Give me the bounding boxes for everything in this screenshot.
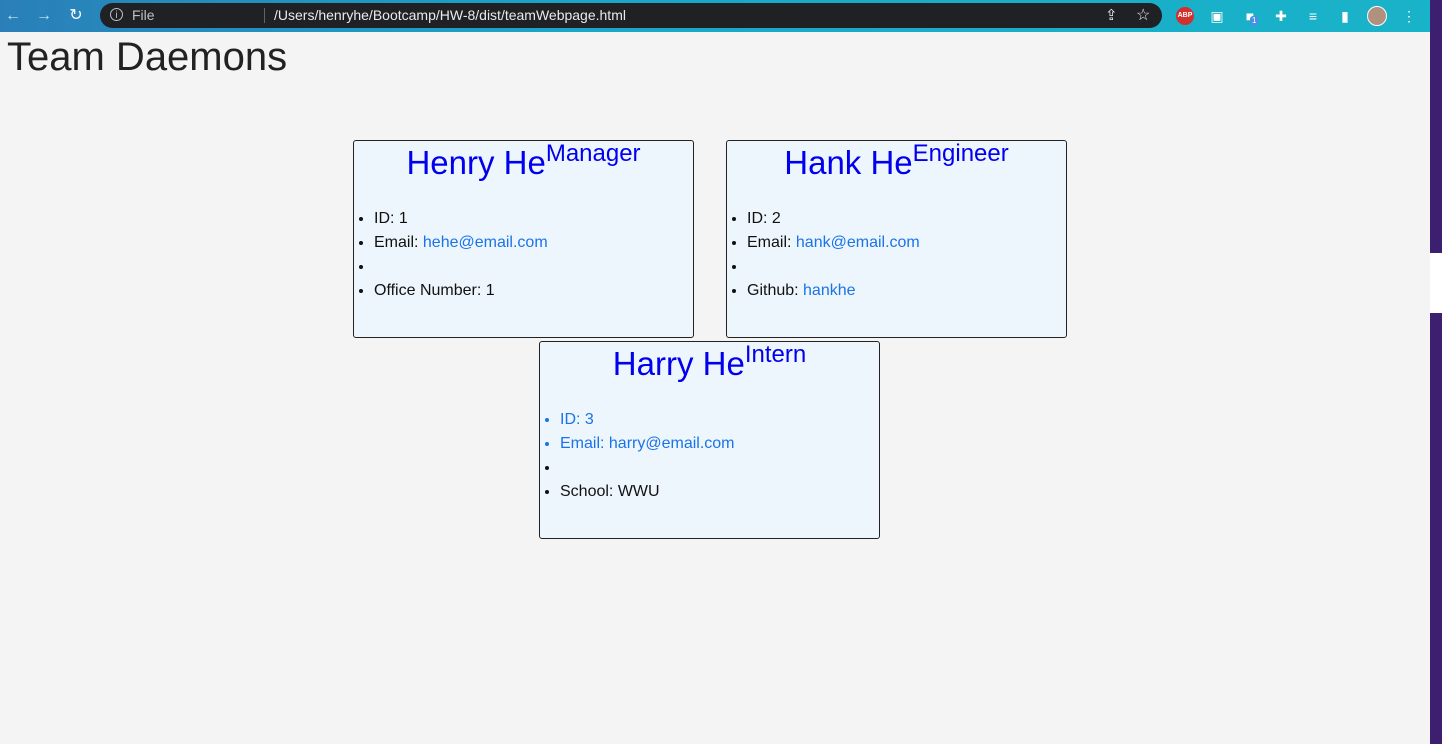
email-label: Email: (747, 234, 796, 251)
address-bar[interactable]: i File /Users/henryhe/Bootcamp/HW-8/dist… (100, 3, 1162, 28)
employee-details: ID: 3 Email: harry@email.com School: WWU (540, 408, 735, 504)
employee-email: Email: hehe@email.com (374, 231, 548, 255)
employee-id: ID: 2 (747, 207, 920, 231)
card-heading: Hank HeEngineer (727, 140, 1066, 182)
employee-name: Henry He (406, 144, 546, 181)
page-title: Team Daemons (7, 35, 288, 79)
employee-email[interactable]: Email: harry@email.com (560, 432, 735, 456)
side-window-edge (1430, 0, 1442, 744)
puzzle-icon[interactable]: ✚ (1272, 6, 1290, 26)
more-menu-icon[interactable]: ⋮ (1400, 6, 1418, 26)
bookmark-star-icon[interactable]: ☆ (1136, 5, 1150, 25)
share-icon[interactable]: ⇪ (1105, 6, 1118, 24)
email-label: Email: (374, 234, 423, 251)
empty-list-item (374, 255, 548, 279)
employee-details: ID: 2 Email: hank@email.com Github: hank… (727, 207, 920, 303)
scheme-label: File (132, 7, 155, 23)
card-heading: Harry HeIntern (540, 341, 879, 383)
employee-email: Email: hank@email.com (747, 231, 920, 255)
url-text[interactable]: /Users/henryhe/Bootcamp/HW-8/dist/teamWe… (274, 7, 626, 23)
employee-name: Hank He (784, 144, 913, 181)
adblock-plus-icon[interactable]: ABP (1176, 7, 1194, 25)
email-link[interactable]: hehe@email.com (423, 234, 548, 251)
employee-card-intern: Harry HeIntern ID: 3 Email: harry@email.… (539, 341, 880, 539)
info-icon[interactable]: i (110, 8, 123, 21)
empty-list-item (560, 456, 735, 480)
extension-badge-icon[interactable]: ■1 (1240, 6, 1260, 26)
email-link[interactable]: harry@email.com (609, 435, 735, 452)
employee-card-manager: Henry HeManager ID: 1 Email: hehe@email.… (353, 140, 694, 338)
github-link[interactable]: hankhe (803, 282, 856, 299)
email-link[interactable]: hank@email.com (796, 234, 920, 251)
school: School: WWU (560, 480, 735, 504)
employee-id: ID: 1 (374, 207, 548, 231)
employee-details: ID: 1 Email: hehe@email.com Office Numbe… (354, 207, 548, 303)
reload-icon[interactable]: ↻ (66, 6, 86, 26)
card-heading: Henry HeManager (354, 140, 693, 182)
github-label: Github: (747, 282, 804, 299)
avatar[interactable] (1367, 6, 1387, 26)
employee-card-engineer: Hank HeEngineer ID: 2 Email: hank@email.… (726, 140, 1067, 338)
employee-id: ID: 3 (560, 408, 735, 432)
github: Github: hankhe (747, 279, 920, 303)
separator (264, 8, 265, 23)
extension-icon[interactable]: ▣ (1208, 6, 1226, 26)
back-icon[interactable]: ← (3, 6, 23, 26)
forward-icon[interactable]: → (34, 6, 54, 26)
empty-list-item (747, 255, 920, 279)
reading-list-icon[interactable]: ≡ (1304, 6, 1322, 26)
side-panel-icon[interactable]: ▮ (1336, 6, 1354, 26)
employee-role: Intern (744, 341, 807, 368)
employee-name: Harry He (612, 345, 745, 382)
email-label: Email: (560, 435, 609, 452)
employee-role: Engineer (912, 140, 1009, 167)
browser-toolbar: ← → ↻ i File /Users/henryhe/Bootcamp/HW-… (0, 0, 1430, 32)
office-number: Office Number: 1 (374, 279, 548, 303)
employee-role: Manager (545, 140, 641, 167)
